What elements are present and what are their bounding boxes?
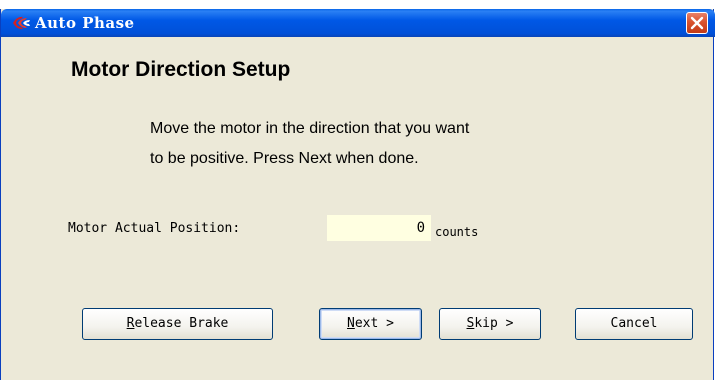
position-label: Motor Actual Position: <box>68 221 241 236</box>
position-units-label: counts <box>435 225 479 239</box>
skip-label: kip > <box>474 316 514 331</box>
close-button[interactable] <box>686 12 708 34</box>
cancel-button[interactable]: Cancel <box>575 308 693 340</box>
page-heading: Motor Direction Setup <box>71 58 291 81</box>
app-logo-icon <box>11 15 31 31</box>
title-bar[interactable]: Auto Phase <box>1 9 715 37</box>
next-button[interactable]: Next > <box>319 308 422 340</box>
instruction-line-1: Move the motor in the direction that you… <box>150 120 470 137</box>
close-icon <box>690 16 704 30</box>
next-label: ext > <box>354 316 394 331</box>
release-brake-button[interactable]: Release Brake <box>82 308 273 340</box>
skip-button[interactable]: Skip > <box>439 308 541 340</box>
window-title: Auto Phase <box>35 14 135 32</box>
instruction-line-2: to be positive. Press Next when done. <box>150 150 419 167</box>
release-brake-label: elease Brake <box>134 316 229 331</box>
next-mnemonic: N <box>347 316 355 331</box>
position-value-field: 0 <box>327 215 431 241</box>
